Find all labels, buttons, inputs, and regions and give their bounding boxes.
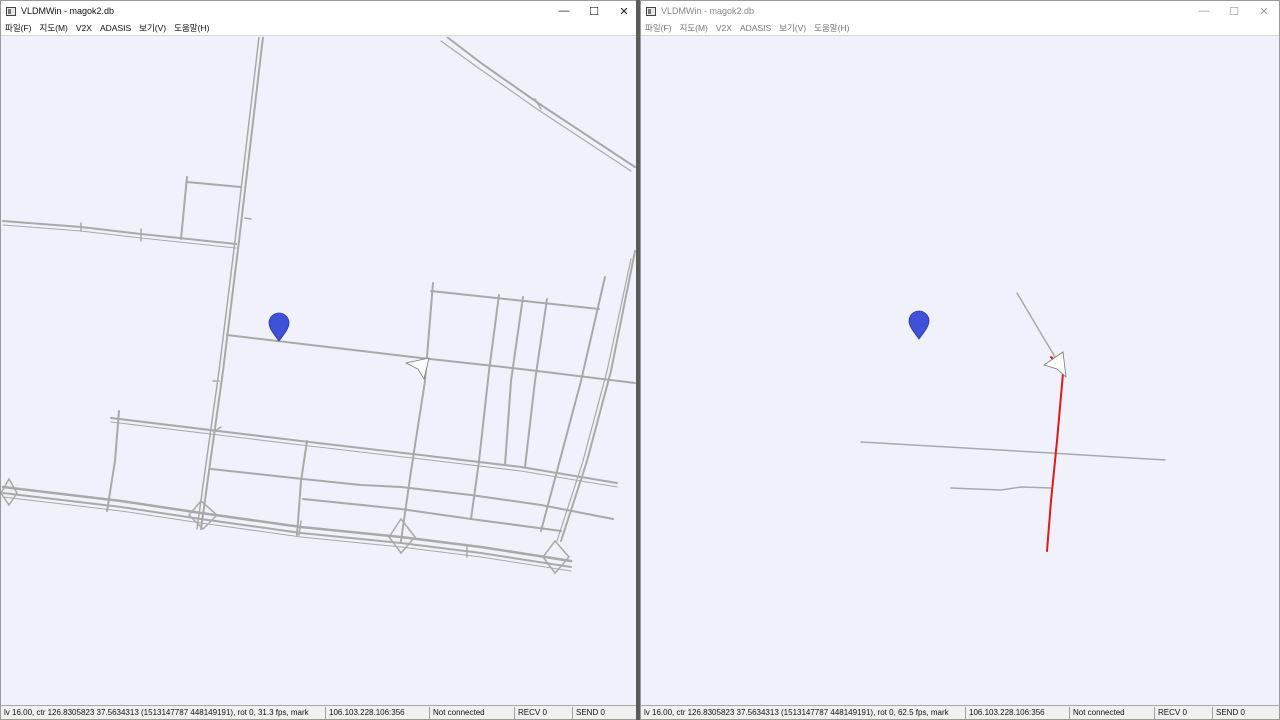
- window-controls: — ☐ ✕: [1189, 1, 1279, 21]
- app-icon: [6, 6, 16, 16]
- menu-map[interactable]: 지도(M): [676, 22, 712, 34]
- window-controls: — ☐ ✕: [549, 1, 639, 21]
- right-menubar: 파일(F) 지도(M) V2X ADASIS 보기(V) 도움말(H): [641, 21, 1279, 36]
- menu-v2x[interactable]: V2X: [72, 23, 96, 33]
- status-recv: RECV 0: [1155, 706, 1213, 719]
- menu-adasis[interactable]: ADASIS: [96, 23, 135, 33]
- status-ip: 106.103.228.106:356: [966, 706, 1070, 719]
- left-window: VLDMWin - magok2.db — ☐ ✕ 파일(F) 지도(M) V2…: [0, 0, 640, 720]
- right-road-network: [860, 292, 1166, 552]
- menu-file[interactable]: 파일(F): [641, 22, 676, 34]
- right-window: VLDMWin - magok2.db — ☐ ✕ 파일(F) 지도(M) V2…: [640, 0, 1280, 720]
- status-send: SEND 0: [1216, 707, 1245, 717]
- close-button[interactable]: ✕: [609, 1, 639, 21]
- status-view-info: lv 16.00, ctr 126.8305823 37.5634313 (15…: [1, 706, 326, 719]
- status-ip: 106.103.228.106:356: [326, 706, 430, 719]
- menu-file[interactable]: 파일(F): [1, 22, 36, 34]
- status-view-info: lv 16.00, ctr 126.8305823 37.5634313 (15…: [641, 706, 966, 719]
- menu-view[interactable]: 보기(V): [135, 22, 170, 34]
- right-map-canvas[interactable]: [641, 37, 1279, 707]
- app-icon: [646, 6, 656, 16]
- left-road-network: [1, 37, 636, 575]
- left-map-canvas[interactable]: [1, 37, 639, 707]
- close-button[interactable]: ✕: [1249, 1, 1279, 21]
- maximize-button[interactable]: ☐: [579, 1, 609, 21]
- left-menubar: 파일(F) 지도(M) V2X ADASIS 보기(V) 도움말(H): [1, 21, 639, 36]
- window-title: VLDMWin - magok2.db: [661, 6, 755, 16]
- menu-v2x[interactable]: V2X: [712, 23, 736, 33]
- menu-help[interactable]: 도움말(H): [810, 22, 853, 34]
- menu-adasis[interactable]: ADASIS: [736, 23, 775, 33]
- window-title: VLDMWin - magok2.db: [21, 6, 115, 16]
- right-statusbar: lv 16.00, ctr 126.8305823 37.5634313 (15…: [641, 705, 1279, 719]
- status-connection: Not connected: [1070, 706, 1155, 719]
- menu-help[interactable]: 도움말(H): [170, 22, 213, 34]
- menu-view[interactable]: 보기(V): [775, 22, 810, 34]
- minimize-button[interactable]: —: [1189, 1, 1219, 21]
- route-line: [1046, 372, 1064, 552]
- right-titlebar[interactable]: VLDMWin - magok2.db — ☐ ✕: [641, 1, 1279, 21]
- maximize-button[interactable]: ☐: [1219, 1, 1249, 21]
- status-send: SEND 0: [576, 707, 605, 717]
- status-connection: Not connected: [430, 706, 515, 719]
- left-statusbar: lv 16.00, ctr 126.8305823 37.5634313 (15…: [1, 705, 639, 719]
- status-recv: RECV 0: [515, 706, 573, 719]
- map-pin-icon: [268, 312, 290, 342]
- left-titlebar[interactable]: VLDMWin - magok2.db — ☐ ✕: [1, 1, 639, 21]
- map-pin-icon: [908, 310, 930, 340]
- minimize-button[interactable]: —: [549, 1, 579, 21]
- menu-map[interactable]: 지도(M): [36, 22, 72, 34]
